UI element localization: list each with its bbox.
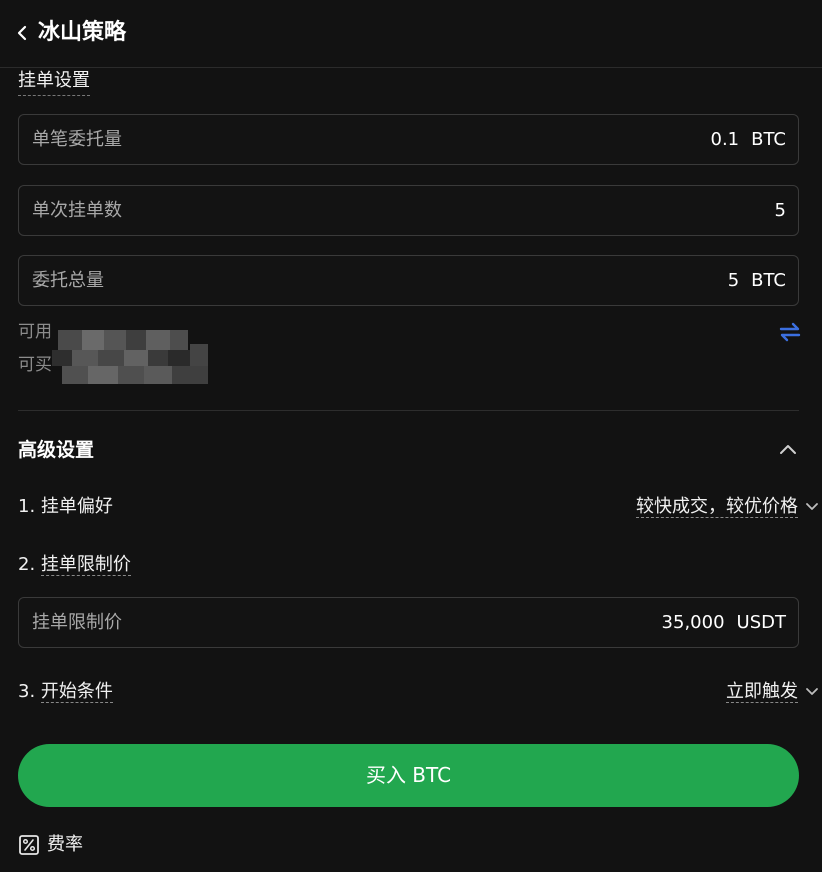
section-divider xyxy=(18,410,799,411)
limit-price-field[interactable]: 挂单限制价 35,000 USDT xyxy=(18,597,799,648)
order-preference-label: 1. 挂单偏好 xyxy=(18,494,113,520)
limit-price-amount: 35,000 xyxy=(661,612,725,633)
start-condition-label: 3. 开始条件 xyxy=(18,679,113,705)
advanced-settings-title: 高级设置 xyxy=(18,439,95,461)
top-bar: 冰山策略 xyxy=(0,0,822,68)
swap-arrows-icon[interactable] xyxy=(779,322,801,342)
single-order-amount-label: 单笔委托量 xyxy=(32,129,122,150)
redacted-balance xyxy=(52,326,208,384)
buyable-label: 可买 xyxy=(18,355,52,375)
single-order-amount-value: 0.1 BTC xyxy=(711,127,787,153)
single-order-amount-unit: BTC xyxy=(751,129,786,150)
page-title: 冰山策略 xyxy=(38,20,127,45)
orders-per-round-label: 单次挂单数 xyxy=(32,200,122,221)
limit-price-row-label: 2. 挂单限制价 xyxy=(18,552,131,578)
total-amount-field[interactable]: 委托总量 5 BTC xyxy=(18,255,799,306)
limit-price-text: 挂单限制价 xyxy=(40,554,131,576)
start-condition-number: 3. xyxy=(18,681,36,702)
limit-price-number: 2. xyxy=(18,554,36,575)
order-preference-value: 较快成交，较优价格 xyxy=(636,496,798,518)
chevron-up-icon[interactable] xyxy=(778,442,798,456)
order-preference-select[interactable]: 较快成交，较优价格 xyxy=(636,494,818,520)
order-settings-title: 挂单设置 xyxy=(18,68,90,96)
total-amount-label: 委托总量 xyxy=(32,270,104,291)
single-order-amount-field[interactable]: 单笔委托量 0.1 BTC xyxy=(18,114,799,165)
chevron-left-icon[interactable] xyxy=(14,22,32,44)
buy-btc-button[interactable]: 买入 BTC xyxy=(18,744,799,807)
total-amount-unit: BTC xyxy=(751,270,786,291)
limit-price-value: 35,000 USDT xyxy=(662,610,786,636)
start-condition-value: 立即触发 xyxy=(726,681,798,703)
start-condition-text: 开始条件 xyxy=(40,681,113,703)
limit-price-unit: USDT xyxy=(736,612,786,633)
chevron-down-icon xyxy=(806,688,818,695)
single-order-amount-number: 0.1 xyxy=(710,129,740,150)
available-label: 可用 xyxy=(18,322,52,342)
chevron-down-icon xyxy=(806,503,818,510)
start-condition-select[interactable]: 立即触发 xyxy=(726,679,818,705)
fee-label[interactable]: 费率 xyxy=(47,832,83,858)
order-preference-number: 1. xyxy=(18,496,36,517)
total-amount-number: 5 xyxy=(727,270,740,291)
total-amount-value: 5 BTC xyxy=(728,268,786,294)
limit-price-field-label: 挂单限制价 xyxy=(32,612,122,633)
orders-per-round-value: 5 xyxy=(774,200,786,221)
percent-icon[interactable] xyxy=(18,834,40,856)
order-preference-text: 挂单偏好 xyxy=(40,496,113,517)
orders-per-round-field[interactable]: 单次挂单数 5 xyxy=(18,185,799,236)
